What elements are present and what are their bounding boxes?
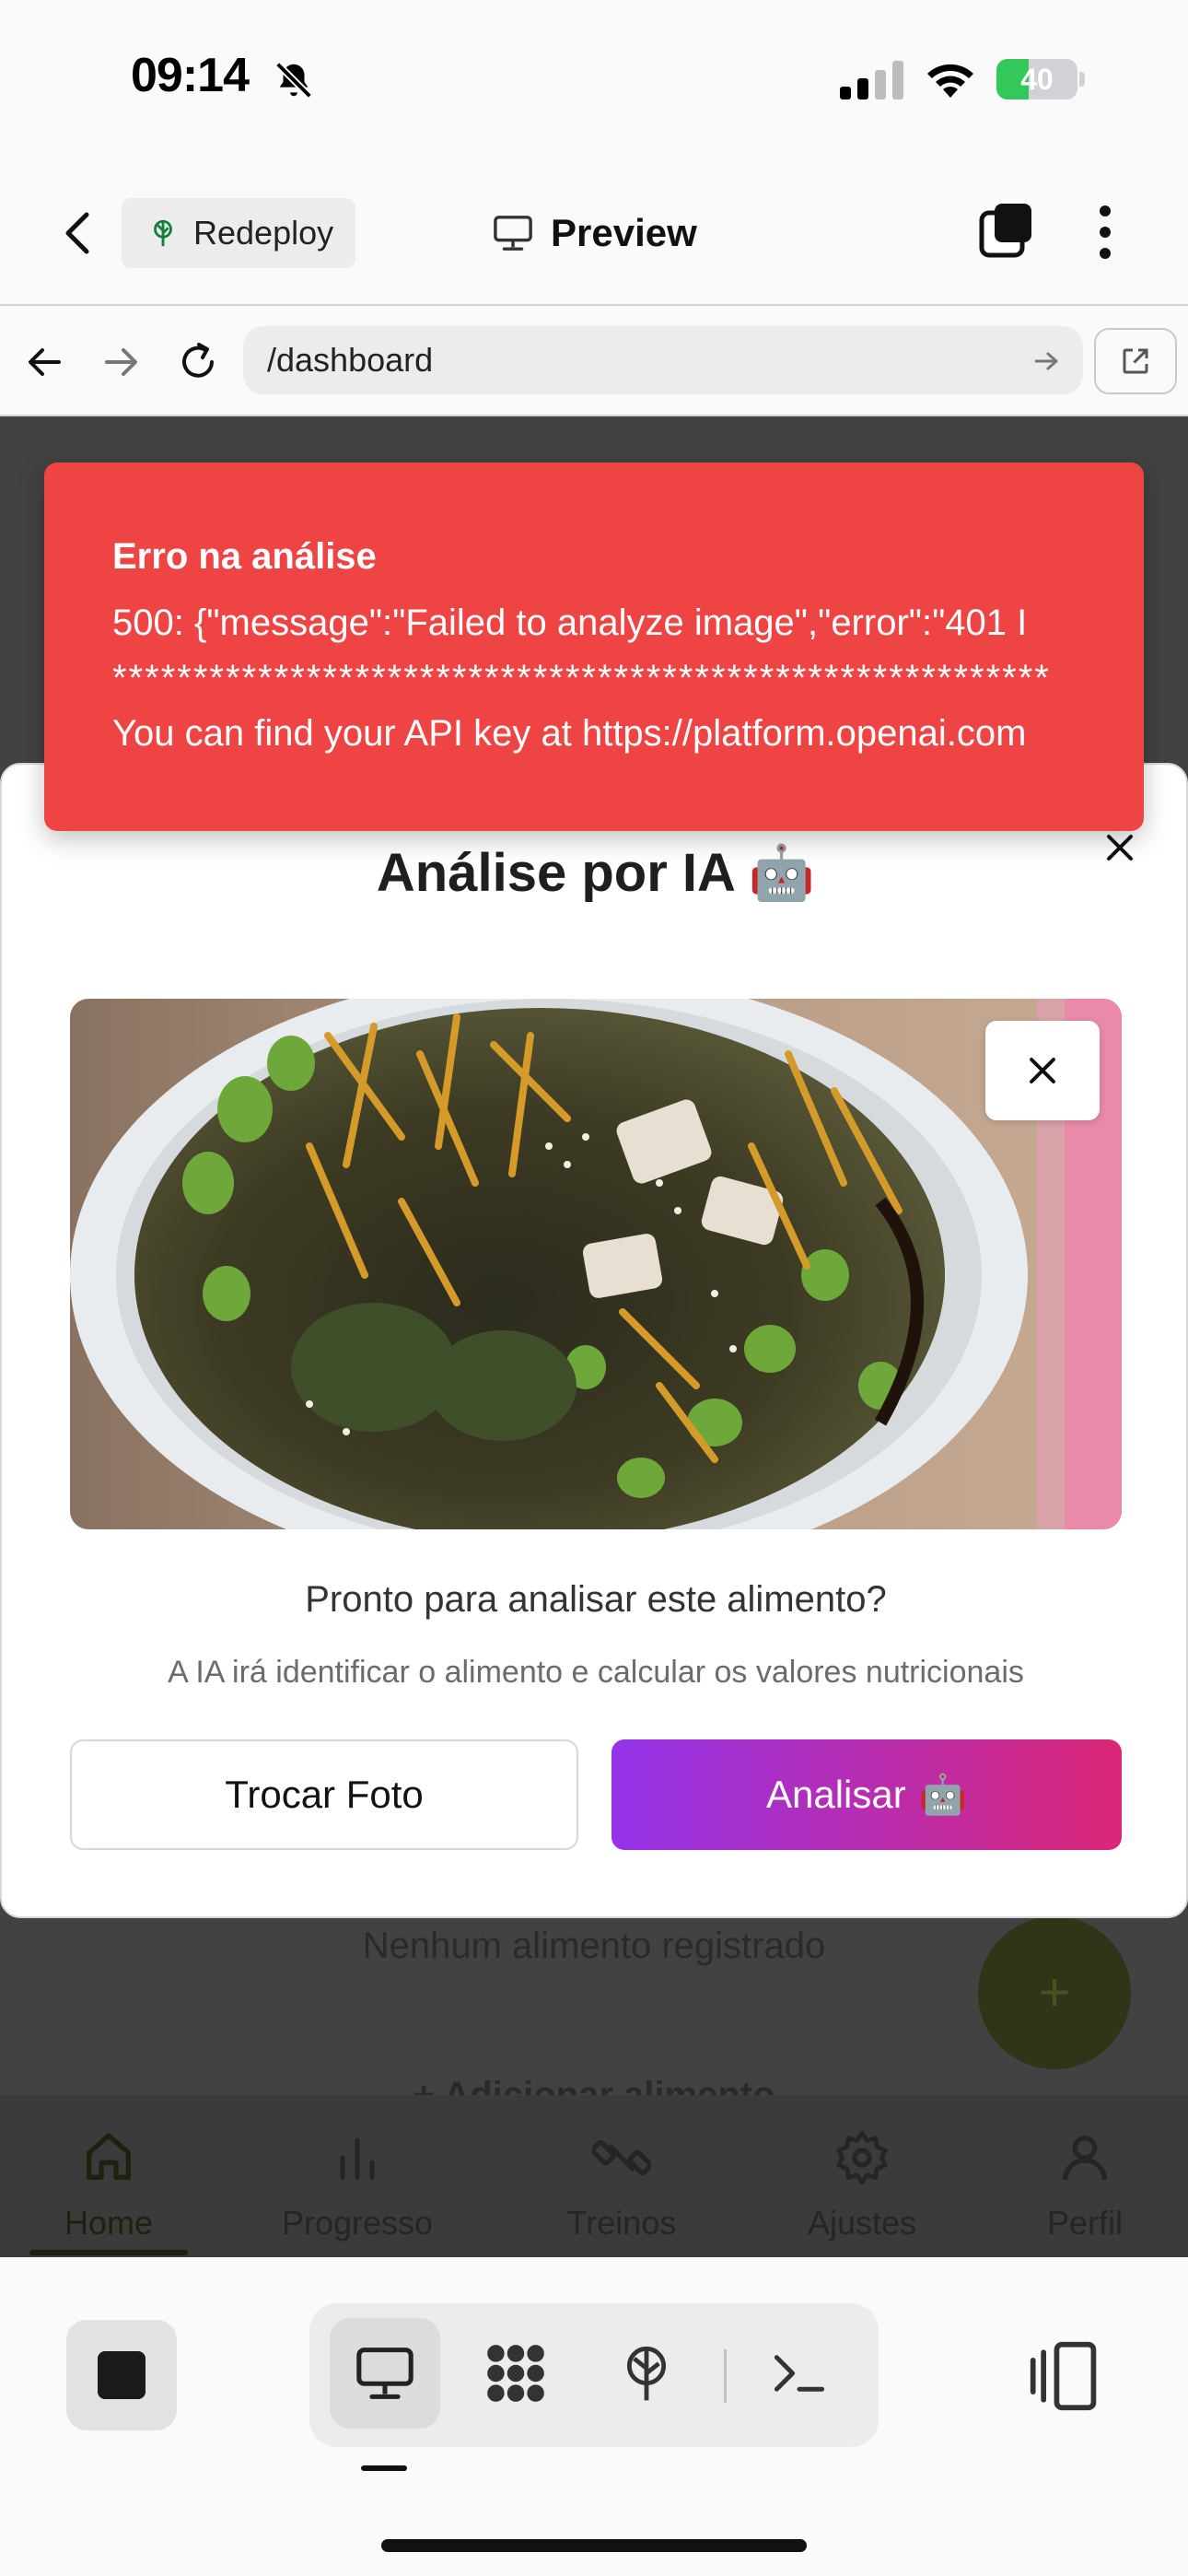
reload-icon[interactable] [175,339,221,385]
close-icon [1030,1058,1055,1083]
analyze-prompt: Pronto para analisar este alimento? [305,1579,887,1620]
more-options-icon[interactable] [1087,202,1124,263]
external-link-icon [1123,348,1148,374]
url-field[interactable]: /dashboard [243,326,1083,394]
open-external-button[interactable] [1094,328,1177,394]
url-text: /dashboard [267,341,434,379]
remove-photo-button[interactable] [985,1021,1100,1120]
ai-analysis-modal: Análise por IA 🤖 Pronto para analisar es… [0,763,1188,1918]
app-header: Redeploy Preview [0,161,1188,306]
signal-icon [840,61,903,100]
nav-item-progresso: Progresso [256,2128,459,2248]
toast-title: Erro na análise [112,536,377,577]
nav-active-indicator [29,2250,188,2255]
tool-preview[interactable] [330,2318,440,2429]
apps-icon [487,2345,544,2402]
deploy-tree-icon [154,219,172,247]
tool-switcher [309,2303,879,2447]
add-fab-button: + [978,1916,1131,2069]
toast-message-line-3: You can find your API key at https://pla… [112,713,1027,754]
wifi-icon [927,64,973,98]
home-indicator [381,2539,807,2552]
stop-button[interactable] [66,2320,177,2430]
tabs-icon[interactable] [978,200,1035,261]
status-time: 09:14 [131,49,250,102]
nav-label-treinos: Treinos [566,2204,677,2242]
terminal-icon [774,2355,825,2392]
nav-item-perfil: Perfil [984,2128,1186,2248]
monitor-icon [494,216,532,251]
food-photo-preview [70,999,1122,1529]
analyze-label: Analisar [765,1773,906,1816]
nav-item-home: Home [7,2128,210,2248]
panel-layout-icon[interactable] [1028,2335,1101,2418]
preview-label: Preview [551,211,697,254]
dumbbell-icon [592,2139,651,2176]
modal-title: Análise por IA 🤖 [376,843,816,903]
bell-muted-icon [275,62,312,99]
nav-label-perfil: Perfil [1046,2204,1124,2242]
preview-title: Preview [492,204,697,263]
back-chevron-icon[interactable] [55,207,101,259]
ide-bottom-toolbar [0,2257,1188,2576]
plus-icon: + [1038,1961,1071,2023]
toast-message-line-1: 500: {"message":"Failed to analyze image… [112,603,1028,643]
nav-label-home: Home [64,2204,154,2242]
home-icon [87,2133,131,2180]
analyze-hint: A IA irá identificar o alimento e calcul… [168,1655,1024,1690]
food-bowl-image [70,999,1122,1529]
tool-deploy[interactable] [591,2318,702,2429]
change-photo-button[interactable]: Trocar Foto [70,1739,578,1850]
url-go-arrow-icon[interactable] [1031,346,1061,376]
deploy-icon [626,2346,667,2401]
browser-back-icon[interactable] [22,339,68,385]
nav-item-treinos: Treinos [520,2128,723,2248]
status-bar: 09:14 40 [0,0,1188,161]
browser-forward-icon[interactable] [98,339,144,385]
battery-indicator: 40 [996,59,1085,100]
tool-apps[interactable] [460,2318,571,2429]
close-icon[interactable] [1101,829,1138,866]
app-bottom-nav: Home Progresso Treinos Ajustes Perfil [0,2095,1188,2257]
nav-label-progresso: Progresso [281,2204,434,2242]
error-toast[interactable]: Erro na análise 500: {"message":"Failed … [44,463,1144,831]
battery-label: 40 [1020,63,1054,96]
redeploy-button[interactable]: Redeploy [122,198,355,268]
bar-chart-icon [340,2137,375,2180]
toast-message-line-2: ****************************************… [112,658,1051,698]
desktop-icon [356,2348,413,2399]
nav-item-ajustes: Ajustes [761,2128,963,2248]
gear-icon [836,2130,888,2185]
nav-label-ajustes: Ajustes [807,2204,917,2242]
stop-icon [98,2351,146,2399]
analyze-button[interactable]: Analisar 🤖 [611,1739,1122,1850]
tool-separator [724,2349,727,2403]
tool-terminal[interactable] [744,2318,855,2429]
browser-url-bar: /dashboard [0,306,1188,416]
user-icon [1063,2136,1107,2181]
active-tool-indicator [361,2465,407,2471]
redeploy-label: Redeploy [193,214,334,252]
robot-icon: 🤖 [918,1772,968,1816]
